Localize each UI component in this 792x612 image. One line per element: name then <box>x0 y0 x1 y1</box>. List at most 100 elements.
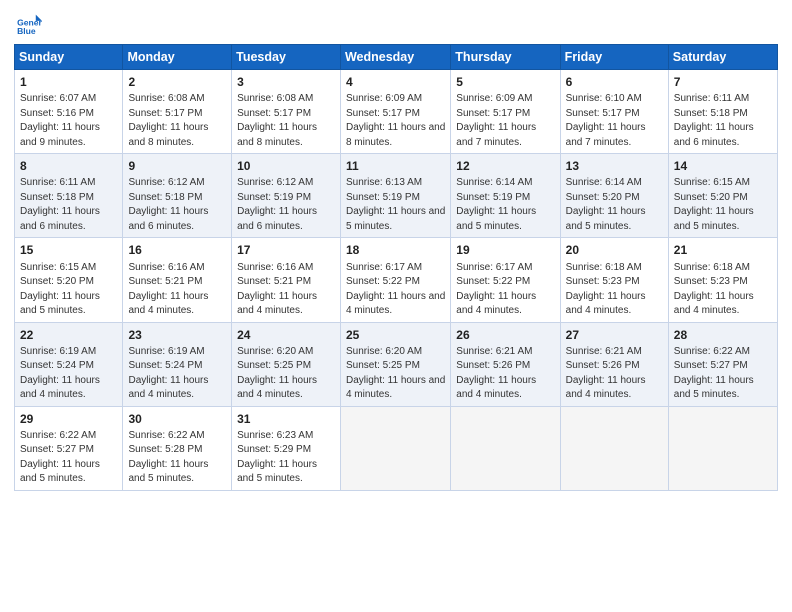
calendar-cell: 9 Sunrise: 6:12 AMSunset: 5:18 PMDaylight… <box>123 154 232 238</box>
calendar-cell: 20Sunrise: 6:18 AMSunset: 5:23 PMDayligh… <box>560 238 668 322</box>
calendar-cell: 2 Sunrise: 6:08 AMSunset: 5:17 PMDaylight… <box>123 70 232 154</box>
day-number: 14 <box>674 158 772 174</box>
calendar-cell: 19 Sunrise: 6:17 AMSunset: 5:22 PMDayligh… <box>451 238 560 322</box>
calendar-table: SundayMondayTuesdayWednesdayThursdayFrid… <box>14 44 778 491</box>
day-info: Sunrise: 6:17 AMSunset: 5:22 PMDaylight:… <box>456 262 536 317</box>
day-number: 6 <box>566 74 663 90</box>
calendar-week-5: 29 Sunrise: 6:22 AMSunset: 5:27 PMDayligh… <box>15 406 778 490</box>
day-info: Sunrise: 6:11 AMSunset: 5:18 PMDaylight:… <box>20 177 100 232</box>
logo-icon: General Blue <box>14 10 42 38</box>
day-number: 27 <box>566 327 663 343</box>
svg-text:Blue: Blue <box>17 26 36 36</box>
day-info: Sunrise: 6:08 AMSunset: 5:17 PMDaylight:… <box>128 93 208 148</box>
day-info: Sunrise: 6:21 AMSunset: 5:26 PMDaylight:… <box>456 346 536 401</box>
day-info: Sunrise: 6:08 AMSunset: 5:17 PMDaylight:… <box>237 93 317 148</box>
day-number: 18 <box>346 242 445 258</box>
day-number: 4 <box>346 74 445 90</box>
day-number: 16 <box>128 242 226 258</box>
calendar-cell: 4Sunrise: 6:09 AMSunset: 5:17 PMDaylight… <box>340 70 450 154</box>
day-info: Sunrise: 6:10 AMSunset: 5:17 PMDaylight:… <box>566 93 646 148</box>
calendar-cell: 22 Sunrise: 6:19 AMSunset: 5:24 PMDayligh… <box>15 322 123 406</box>
calendar-cell: 11 Sunrise: 6:13 AMSunset: 5:19 PMDayligh… <box>340 154 450 238</box>
day-info: Sunrise: 6:21 AMSunset: 5:26 PMDaylight:… <box>566 346 646 401</box>
day-number: 3 <box>237 74 335 90</box>
day-info: Sunrise: 6:15 AMSunset: 5:20 PMDaylight:… <box>674 177 754 232</box>
day-number: 17 <box>237 242 335 258</box>
day-number: 29 <box>20 411 117 427</box>
calendar-header-tuesday: Tuesday <box>232 45 341 70</box>
calendar-cell: 1 Sunrise: 6:07 AMSunset: 5:16 PMDaylight… <box>15 70 123 154</box>
day-number: 15 <box>20 242 117 258</box>
calendar-cell: 7Sunrise: 6:11 AMSunset: 5:18 PMDaylight… <box>668 70 777 154</box>
calendar-cell: 23Sunrise: 6:19 AMSunset: 5:24 PMDayligh… <box>123 322 232 406</box>
calendar-week-2: 8 Sunrise: 6:11 AMSunset: 5:18 PMDaylight… <box>15 154 778 238</box>
calendar-header-row: SundayMondayTuesdayWednesdayThursdayFrid… <box>15 45 778 70</box>
calendar-header-friday: Friday <box>560 45 668 70</box>
day-info: Sunrise: 6:23 AMSunset: 5:29 PMDaylight:… <box>237 430 317 485</box>
day-info: Sunrise: 6:12 AMSunset: 5:19 PMDaylight:… <box>237 177 317 232</box>
calendar-week-3: 15 Sunrise: 6:15 AMSunset: 5:20 PMDayligh… <box>15 238 778 322</box>
day-number: 8 <box>20 158 117 174</box>
day-info: Sunrise: 6:20 AMSunset: 5:25 PMDaylight:… <box>346 346 445 401</box>
day-number: 25 <box>346 327 445 343</box>
day-number: 23 <box>128 327 226 343</box>
day-number: 13 <box>566 158 663 174</box>
day-number: 20 <box>566 242 663 258</box>
day-info: Sunrise: 6:09 AMSunset: 5:17 PMDaylight:… <box>456 93 536 148</box>
day-number: 24 <box>237 327 335 343</box>
day-info: Sunrise: 6:11 AMSunset: 5:18 PMDaylight:… <box>674 93 754 148</box>
day-info: Sunrise: 6:14 AMSunset: 5:20 PMDaylight:… <box>566 177 646 232</box>
calendar-cell <box>340 406 450 490</box>
day-info: Sunrise: 6:13 AMSunset: 5:19 PMDaylight:… <box>346 177 445 232</box>
day-info: Sunrise: 6:14 AMSunset: 5:19 PMDaylight:… <box>456 177 536 232</box>
calendar-cell: 30 Sunrise: 6:22 AMSunset: 5:28 PMDayligh… <box>123 406 232 490</box>
day-number: 31 <box>237 411 335 427</box>
calendar-cell: 15 Sunrise: 6:15 AMSunset: 5:20 PMDayligh… <box>15 238 123 322</box>
calendar-cell: 3 Sunrise: 6:08 AMSunset: 5:17 PMDaylight… <box>232 70 341 154</box>
page: General Blue SundayMondayTuesdayWednesda… <box>0 0 792 612</box>
calendar-header-monday: Monday <box>123 45 232 70</box>
day-number: 22 <box>20 327 117 343</box>
day-info: Sunrise: 6:22 AMSunset: 5:27 PMDaylight:… <box>674 346 754 401</box>
calendar-cell: 14 Sunrise: 6:15 AMSunset: 5:20 PMDayligh… <box>668 154 777 238</box>
day-number: 11 <box>346 158 445 174</box>
calendar-cell: 16 Sunrise: 6:16 AMSunset: 5:21 PMDayligh… <box>123 238 232 322</box>
calendar-cell: 27 Sunrise: 6:21 AMSunset: 5:26 PMDayligh… <box>560 322 668 406</box>
day-number: 30 <box>128 411 226 427</box>
day-number: 10 <box>237 158 335 174</box>
calendar-cell: 24 Sunrise: 6:20 AMSunset: 5:25 PMDayligh… <box>232 322 341 406</box>
calendar-cell: 18 Sunrise: 6:17 AMSunset: 5:22 PMDayligh… <box>340 238 450 322</box>
calendar-cell: 17 Sunrise: 6:16 AMSunset: 5:21 PMDayligh… <box>232 238 341 322</box>
calendar-cell: 26 Sunrise: 6:21 AMSunset: 5:26 PMDayligh… <box>451 322 560 406</box>
day-info: Sunrise: 6:20 AMSunset: 5:25 PMDaylight:… <box>237 346 317 401</box>
day-info: Sunrise: 6:19 AMSunset: 5:24 PMDaylight:… <box>20 346 100 401</box>
day-number: 26 <box>456 327 554 343</box>
day-info: Sunrise: 6:12 AMSunset: 5:18 PMDaylight:… <box>128 177 208 232</box>
calendar-cell: 21 Sunrise: 6:18 AMSunset: 5:23 PMDayligh… <box>668 238 777 322</box>
day-info: Sunrise: 6:07 AMSunset: 5:16 PMDaylight:… <box>20 93 100 148</box>
day-info: Sunrise: 6:16 AMSunset: 5:21 PMDaylight:… <box>237 262 317 317</box>
calendar-header-saturday: Saturday <box>668 45 777 70</box>
day-number: 21 <box>674 242 772 258</box>
calendar-cell: 12Sunrise: 6:14 AMSunset: 5:19 PMDayligh… <box>451 154 560 238</box>
day-info: Sunrise: 6:18 AMSunset: 5:23 PMDaylight:… <box>674 262 754 317</box>
day-number: 9 <box>128 158 226 174</box>
calendar-cell: 10 Sunrise: 6:12 AMSunset: 5:19 PMDayligh… <box>232 154 341 238</box>
day-info: Sunrise: 6:22 AMSunset: 5:27 PMDaylight:… <box>20 430 100 485</box>
calendar-cell: 25 Sunrise: 6:20 AMSunset: 5:25 PMDayligh… <box>340 322 450 406</box>
day-info: Sunrise: 6:16 AMSunset: 5:21 PMDaylight:… <box>128 262 208 317</box>
calendar-cell: 5Sunrise: 6:09 AMSunset: 5:17 PMDaylight… <box>451 70 560 154</box>
calendar-cell: 31 Sunrise: 6:23 AMSunset: 5:29 PMDayligh… <box>232 406 341 490</box>
day-number: 1 <box>20 74 117 90</box>
calendar-header-sunday: Sunday <box>15 45 123 70</box>
day-info: Sunrise: 6:15 AMSunset: 5:20 PMDaylight:… <box>20 262 100 317</box>
calendar-week-1: 1 Sunrise: 6:07 AMSunset: 5:16 PMDaylight… <box>15 70 778 154</box>
calendar-cell <box>451 406 560 490</box>
day-number: 19 <box>456 242 554 258</box>
calendar-cell: 6 Sunrise: 6:10 AMSunset: 5:17 PMDaylight… <box>560 70 668 154</box>
day-number: 2 <box>128 74 226 90</box>
day-info: Sunrise: 6:22 AMSunset: 5:28 PMDaylight:… <box>128 430 208 485</box>
header: General Blue <box>14 10 778 38</box>
calendar-cell: 28Sunrise: 6:22 AMSunset: 5:27 PMDayligh… <box>668 322 777 406</box>
day-info: Sunrise: 6:17 AMSunset: 5:22 PMDaylight:… <box>346 262 445 317</box>
